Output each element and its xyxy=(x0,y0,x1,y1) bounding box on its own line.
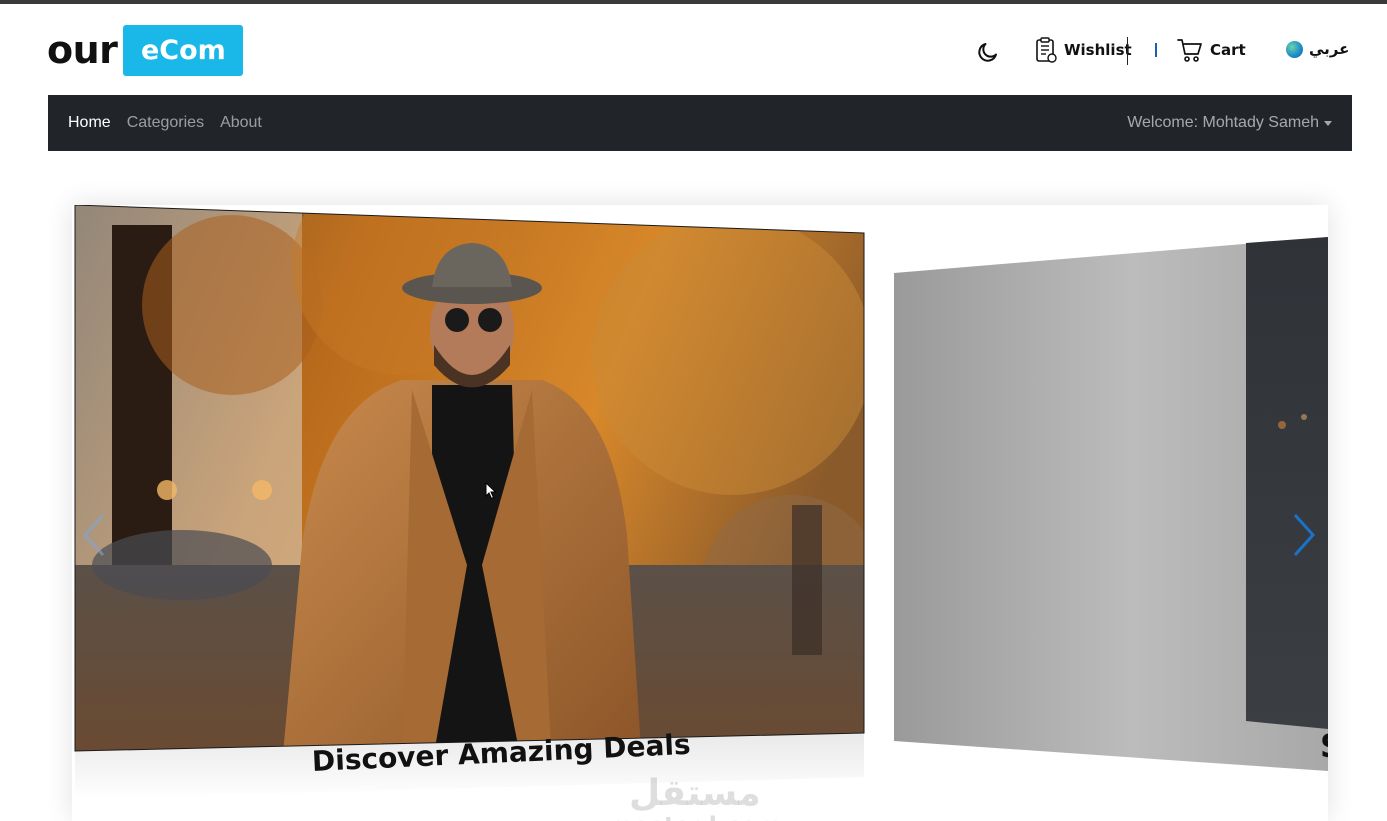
brand-logo[interactable]: our eCom xyxy=(47,24,244,76)
hero-carousel: Discover Amazing Deals S مستقل mostaql.c… xyxy=(72,205,1328,821)
cart-label: Cart xyxy=(1210,41,1246,59)
user-menu-label: Welcome: Mohtady Sameh xyxy=(1127,114,1319,131)
nav-categories[interactable]: Categories xyxy=(127,114,204,132)
nav-about[interactable]: About xyxy=(220,114,262,132)
watermark-latin: mostaql.com xyxy=(608,813,782,821)
theme-toggle-button[interactable] xyxy=(976,40,1000,64)
next-slide-caption: S xyxy=(1320,727,1328,765)
carousel-prev-button[interactable] xyxy=(74,505,114,565)
language-label: عربي xyxy=(1309,40,1350,58)
cart-link[interactable]: Cart xyxy=(1176,36,1246,64)
next-slide-image xyxy=(1246,237,1328,729)
moon-icon xyxy=(978,43,997,62)
page: our eCom Wishlist Cart عربي Home Categor… xyxy=(0,0,1387,821)
wishlist-label: Wishlist xyxy=(1064,41,1132,59)
main-navbar: Home Categories About Welcome: Mohtady S… xyxy=(48,95,1352,151)
nav-links: Home Categories About xyxy=(68,114,262,132)
watermark: مستقل mostaql.com xyxy=(608,775,782,821)
mouse-cursor-icon xyxy=(485,482,497,500)
cart-icon xyxy=(1177,39,1202,62)
carousel-next-button[interactable] xyxy=(1284,505,1324,565)
user-menu-toggle[interactable]: Welcome: Mohtady Sameh xyxy=(1127,114,1332,132)
active-slide-image xyxy=(75,205,864,751)
header-divider-accent xyxy=(1155,43,1157,57)
watermark-arabic: مستقل xyxy=(629,773,761,814)
chevron-right-icon xyxy=(1293,513,1316,557)
chevron-left-icon xyxy=(82,513,105,557)
top-border xyxy=(0,0,1387,4)
carousel-stage xyxy=(74,205,1328,799)
caret-down-icon xyxy=(1324,120,1332,126)
brand-prefix: our xyxy=(47,28,118,72)
brand-badge: eCom xyxy=(123,24,244,76)
wishlist-link[interactable]: Wishlist xyxy=(1034,36,1132,64)
globe-icon xyxy=(1286,40,1303,58)
clipboard-list-icon xyxy=(1036,37,1057,63)
header-divider xyxy=(1127,37,1128,65)
language-switch[interactable]: عربي xyxy=(1286,40,1349,58)
nav-home[interactable]: Home xyxy=(68,114,111,132)
